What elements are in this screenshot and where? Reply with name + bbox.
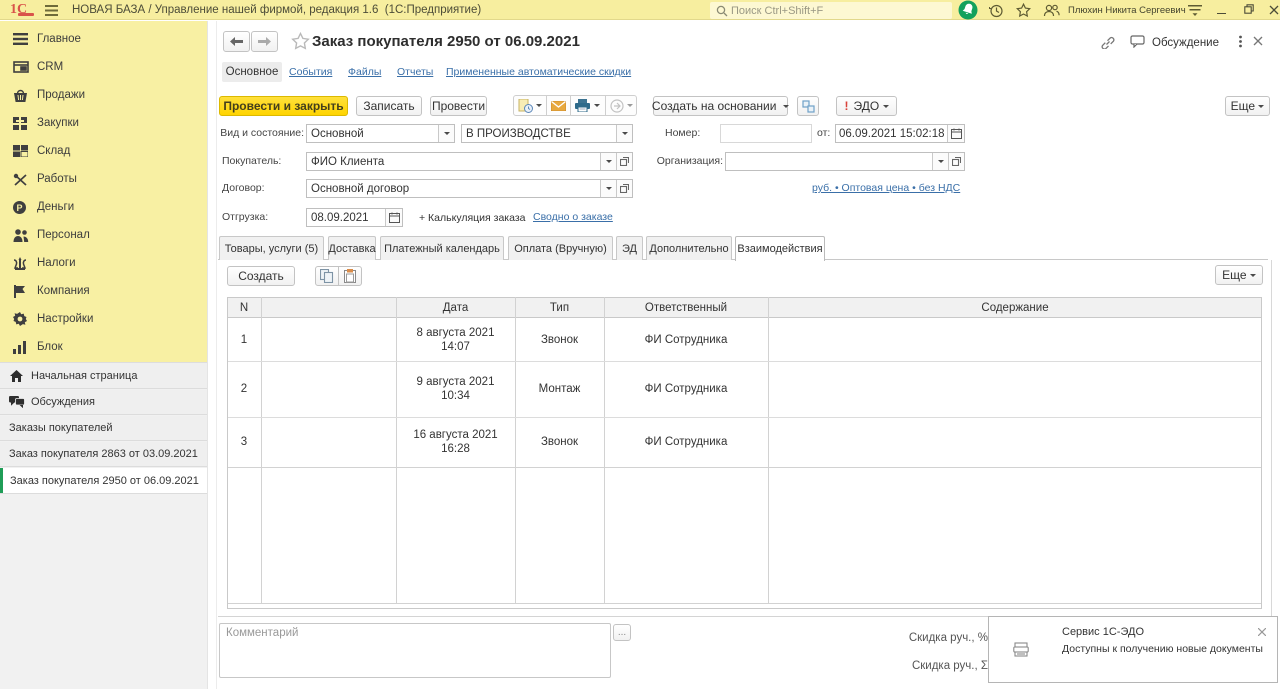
svg-text:Р: Р bbox=[16, 202, 22, 212]
